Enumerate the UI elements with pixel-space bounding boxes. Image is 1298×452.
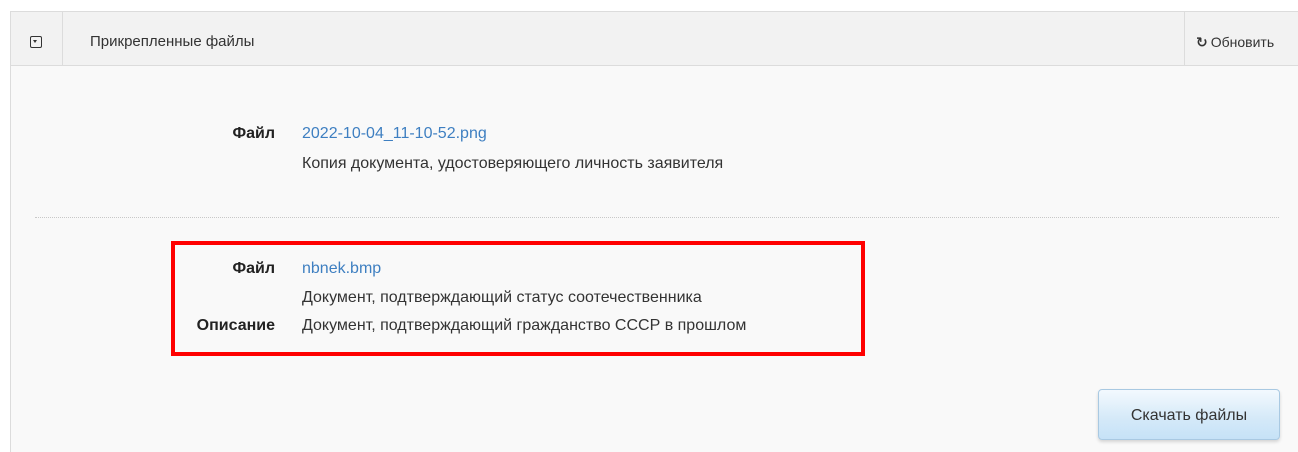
- attached-files-panel: Прикрепленные файлы ↻ Обновить Файл 2022…: [10, 11, 1298, 452]
- section-divider: [35, 217, 1279, 218]
- document-type: Документ, подтверждающий статус соотечес…: [302, 289, 702, 306]
- panel-header: Прикрепленные файлы ↻ Обновить: [11, 12, 1298, 66]
- file-label: Файл: [232, 260, 275, 277]
- description-label: Описание: [196, 317, 275, 334]
- description-value: Документ, подтверждающий гражданство ССС…: [302, 317, 747, 334]
- document-type: Копия документа, удостоверяющего личност…: [302, 155, 724, 172]
- download-files-button[interactable]: Скачать файлы: [1098, 389, 1280, 440]
- refresh-label[interactable]: Обновить: [1211, 34, 1274, 50]
- file-link[interactable]: nbnek.bmp: [302, 260, 381, 278]
- refresh-icon[interactable]: ↻: [1196, 35, 1208, 49]
- refresh-cell: ↻ Обновить: [1184, 12, 1298, 65]
- file-label: Файл: [232, 125, 275, 142]
- collapse-toggle-icon[interactable]: [30, 36, 42, 48]
- panel-title: Прикрепленные файлы: [90, 33, 255, 50]
- refresh-button[interactable]: ↻ Обновить: [1196, 34, 1274, 50]
- file-link[interactable]: 2022-10-04_11-10-52.png: [302, 125, 487, 143]
- collapse-toggle[interactable]: [11, 12, 63, 65]
